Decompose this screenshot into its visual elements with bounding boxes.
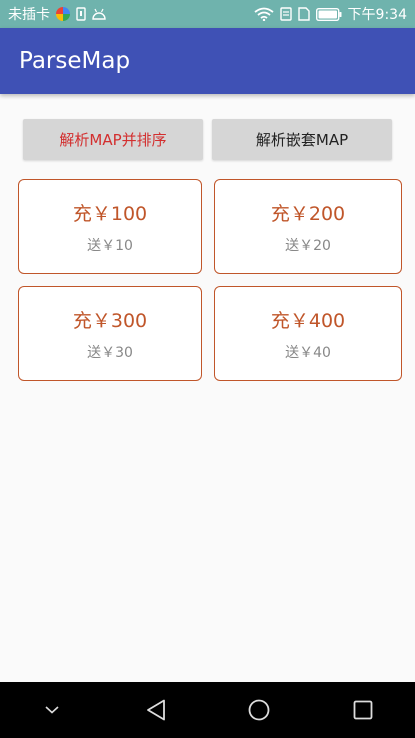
back-icon[interactable] — [126, 682, 186, 738]
notification-icon — [279, 7, 292, 21]
recents-icon[interactable] — [333, 682, 393, 738]
sim-card-icon — [297, 7, 310, 21]
sim-icon — [76, 7, 86, 21]
recharge-grid: 充￥100 送￥10 充￥200 送￥20 充￥300 送￥30 充￥400 送… — [18, 179, 402, 381]
card-amount: 充￥100 — [72, 202, 148, 225]
battery-icon — [315, 7, 342, 21]
wifi-icon — [253, 7, 274, 21]
card-amount: 充￥200 — [270, 202, 346, 225]
home-icon[interactable] — [229, 682, 289, 738]
clock-text: 下午9:34 — [347, 7, 407, 23]
parse-sort-button[interactable]: 解析MAP并排序 — [23, 119, 203, 160]
recharge-card-400[interactable]: 充￥400 送￥40 — [214, 286, 402, 381]
card-bonus: 送￥10 — [87, 237, 133, 254]
card-amount: 充￥300 — [72, 309, 148, 332]
android-icon — [92, 8, 106, 20]
app-colorful-icon — [56, 7, 70, 21]
parse-nested-button[interactable]: 解析嵌套MAP — [212, 119, 392, 160]
navigation-bar — [0, 682, 415, 738]
button-row: 解析MAP并排序 解析嵌套MAP — [23, 119, 392, 160]
recharge-card-300[interactable]: 充￥300 送￥30 — [18, 286, 202, 381]
card-bonus: 送￥20 — [285, 237, 331, 254]
chevron-down-icon[interactable] — [22, 682, 82, 738]
card-bonus: 送￥40 — [285, 344, 331, 361]
card-bonus: 送￥30 — [87, 344, 133, 361]
app-bar: ParseMap — [0, 28, 415, 94]
recharge-card-100[interactable]: 充￥100 送￥10 — [18, 179, 202, 274]
app-title: ParseMap — [19, 48, 131, 74]
status-right: 下午9:34 — [253, 4, 407, 24]
card-amount: 充￥400 — [270, 309, 346, 332]
recharge-card-200[interactable]: 充￥200 送￥20 — [214, 179, 402, 274]
status-left: 未插卡 — [8, 4, 106, 24]
carrier-text: 未插卡 — [8, 7, 50, 23]
status-bar: 未插卡 下午9:34 — [0, 0, 415, 28]
